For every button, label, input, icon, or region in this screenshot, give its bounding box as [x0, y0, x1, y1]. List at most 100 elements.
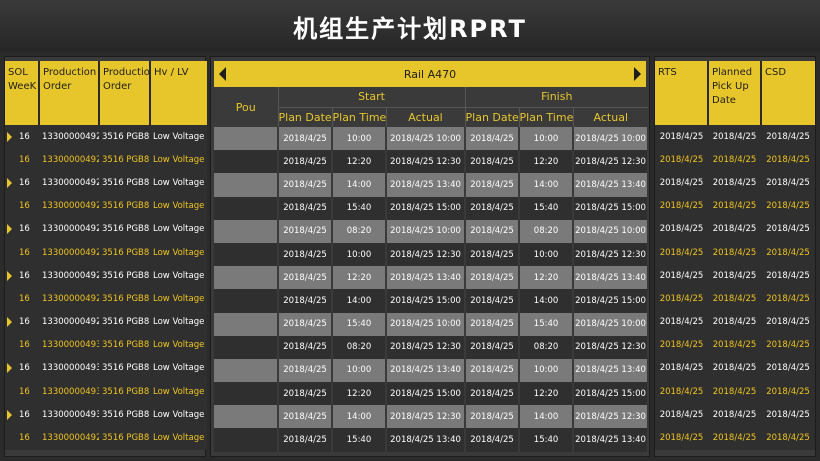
start-actual-cell: 2018/4/25 15:00 — [386, 289, 467, 313]
finish-plan-time-cell: 15:40 — [519, 196, 575, 220]
rts-cell: 2018/4/25 — [659, 270, 704, 281]
finish-actual-cell: 2018/4/25 13:40 — [573, 428, 650, 452]
schedule-row[interactable]: 2018/4/25 15:40 2018/4/25 13:40 2018/4/25 15… — [214, 428, 650, 452]
planned-pick-up-date-cell: 2018/4/25 — [712, 340, 757, 351]
start-plan-time-cell: 14:00 — [332, 173, 387, 197]
start-plan-time-cell: 14:00 — [332, 405, 387, 429]
finish-actual-cell: 2018/4/25 10:00 — [573, 127, 650, 151]
start-plan-time-cell: 10:00 — [332, 358, 387, 383]
start-plan-date-cell: 2018/4/25 — [278, 382, 333, 406]
order-row[interactable]: 16 1330000049293516 PGB8Low Voltage — [5, 310, 207, 334]
start-plan-date-cell: 2018/4/25 — [278, 242, 333, 267]
finish-plan-time-cell: 15:40 — [519, 428, 575, 452]
next-arrow-icon[interactable] — [634, 67, 641, 81]
sol-week-cell: 16 — [5, 264, 39, 287]
sol-week-value: 16 — [19, 433, 30, 444]
start-plan-date-cell: 2018/4/25 — [278, 289, 333, 313]
order-row[interactable]: 16 1330000049213516 PGB8Low Voltage — [5, 148, 207, 172]
product-cell: 3516 PGB8 — [102, 409, 150, 420]
schedule-row[interactable]: 2018/4/25 08:20 2018/4/25 12:30 2018/4/25 08… — [214, 335, 650, 359]
order-row[interactable]: 16 1330000049333516 PGB8Low Voltage — [5, 403, 207, 427]
sol-week-cell: 16 — [5, 357, 39, 380]
order-row[interactable]: 16 1330000049263516 PGB8Low Voltage — [5, 426, 207, 450]
schedule-row[interactable]: 2018/4/25 12:20 2018/4/25 12:30 2018/4/25 12… — [214, 150, 650, 174]
start-plan-time-cell: 14:00 — [332, 289, 387, 313]
production-order-cell: 133000004928 — [42, 293, 99, 304]
sol-week-value: 16 — [19, 177, 30, 188]
finish-plan-date-cell: 2018/4/25 — [465, 312, 521, 336]
schedule-row[interactable]: 2018/4/25 10:00 2018/4/25 13:40 2018/4/25 10… — [214, 358, 650, 383]
schedule-row[interactable]: 2018/4/25 14:00 2018/4/25 13:40 2018/4/25 14… — [214, 173, 650, 197]
order-row[interactable]: 16 1330000049233516 PGB8Low Voltage — [5, 194, 207, 218]
start-actual-cell: 2018/4/25 15:00 — [386, 196, 467, 220]
order-row[interactable]: 16 1330000049243516 PGB8Low Voltage — [5, 217, 207, 241]
rts-cell: 2018/4/25 — [659, 386, 704, 397]
sol-week-value: 16 — [19, 363, 30, 374]
csd-cell: 2018/4/25 — [766, 270, 810, 281]
row-marker-icon — [7, 363, 12, 374]
title-bar: 机组生产计划RPRT — [0, 0, 820, 52]
order-row[interactable]: 16 1330000049313516 PGB8Low Voltage — [5, 356, 207, 381]
order-row[interactable]: 16 1330000049273516 PGB8Low Voltage — [5, 264, 207, 288]
col-header-production-order-2: Production Order — [99, 61, 151, 125]
col-group-finish: Finish — [464, 87, 649, 108]
dates-row[interactable]: 2018/4/25 2018/4/25 2018/4/25 — [655, 287, 815, 311]
dates-row[interactable]: 2018/4/25 2018/4/25 2018/4/25 — [655, 125, 815, 149]
product-cell: 3516 PGB8 — [102, 317, 150, 328]
dates-row[interactable]: 2018/4/25 2018/4/25 2018/4/25 — [655, 217, 815, 241]
schedule-row[interactable]: 2018/4/25 10:00 2018/4/25 12:30 2018/4/25 10… — [214, 242, 650, 267]
csd-cell: 2018/4/25 — [766, 131, 810, 142]
pou-cell — [214, 196, 279, 220]
schedule-row[interactable]: 2018/4/25 12:20 2018/4/25 15:00 2018/4/25 12… — [214, 382, 650, 406]
schedule-row[interactable]: 2018/4/25 15:40 2018/4/25 10:00 2018/4/25 15… — [214, 312, 650, 336]
schedule-row[interactable]: 2018/4/25 08:20 2018/4/25 10:00 2018/4/25 08… — [214, 219, 650, 243]
voltage-cell: Low Voltage — [153, 409, 205, 420]
order-table-body: 161330000049203516 PGB8Low Voltage161330… — [5, 125, 207, 450]
dates-row[interactable]: 2018/4/25 2018/4/25 2018/4/25 — [655, 148, 815, 172]
dates-row[interactable]: 2018/4/25 2018/4/25 2018/4/25 — [655, 171, 815, 195]
schedule-row[interactable]: 2018/4/25 14:00 2018/4/25 15:00 2018/4/25 14… — [214, 289, 650, 313]
col-header-csd: CSD — [761, 61, 815, 125]
prev-arrow-icon[interactable] — [219, 67, 226, 81]
production-order-cell: 133000004921 — [42, 154, 99, 165]
row-marker-icon — [7, 177, 12, 188]
product-cell: 3516 PGB8 — [102, 386, 150, 397]
order-row[interactable]: 16 1330000049323516 PGB8Low Voltage — [5, 380, 207, 404]
dates-row[interactable]: 2018/4/25 2018/4/25 2018/4/25 — [655, 310, 815, 334]
dates-row[interactable]: 2018/4/25 2018/4/25 2018/4/25 — [655, 194, 815, 218]
dates-row[interactable]: 2018/4/25 2018/4/25 2018/4/25 — [655, 333, 815, 357]
production-order-cell: 133000004924 — [42, 224, 99, 235]
finish-plan-time-cell: 15:40 — [519, 312, 575, 336]
start-actual-cell: 2018/4/25 12:30 — [386, 242, 467, 267]
sol-week-value: 16 — [19, 340, 30, 351]
start-plan-time-cell: 15:40 — [332, 196, 387, 220]
dates-row[interactable]: 2018/4/25 2018/4/25 2018/4/25 — [655, 403, 815, 427]
sol-week-value: 16 — [19, 270, 30, 281]
dates-row[interactable]: 2018/4/25 2018/4/25 2018/4/25 — [655, 264, 815, 288]
order-row[interactable]: 16 1330000049223516 PGB8Low Voltage — [5, 171, 207, 195]
start-plan-time-cell: 08:20 — [332, 335, 387, 359]
production-order-cell: 133000004933 — [42, 409, 99, 420]
start-actual-cell: 2018/4/25 12:30 — [386, 405, 467, 429]
schedule-row[interactable]: 2018/4/25 14:00 2018/4/25 12:30 2018/4/25 14… — [214, 405, 650, 429]
dates-row[interactable]: 2018/4/25 2018/4/25 2018/4/25 — [655, 380, 815, 404]
order-row[interactable]: 16 1330000049253516 PGB8Low Voltage — [5, 240, 207, 265]
voltage-cell: Low Voltage — [153, 177, 205, 188]
start-plan-time-cell: 12:20 — [332, 266, 387, 290]
order-row[interactable]: 16 1330000049303516 PGB8Low Voltage — [5, 333, 207, 357]
start-actual-cell: 2018/4/25 13:40 — [386, 173, 467, 197]
order-row[interactable]: 16 1330000049283516 PGB8Low Voltage — [5, 287, 207, 311]
schedule-row[interactable]: 2018/4/25 15:40 2018/4/25 15:00 2018/4/25 15… — [214, 196, 650, 220]
dates-row[interactable]: 2018/4/25 2018/4/25 2018/4/25 — [655, 356, 815, 381]
product-cell: 3516 PGB8 — [102, 340, 150, 351]
order-row[interactable]: 16 1330000049203516 PGB8Low Voltage — [5, 125, 207, 149]
schedule-row[interactable]: 2018/4/25 12:20 2018/4/25 13:40 2018/4/25 12… — [214, 266, 650, 290]
schedule-row[interactable]: 2018/4/25 10:00 2018/4/25 10:00 2018/4/25 10… — [214, 127, 650, 151]
dates-row[interactable]: 2018/4/25 2018/4/25 2018/4/25 — [655, 426, 815, 450]
production-order-cell: 133000004929 — [42, 317, 99, 328]
dates-row[interactable]: 2018/4/25 2018/4/25 2018/4/25 — [655, 240, 815, 265]
csd-cell: 2018/4/25 — [766, 433, 810, 444]
schedule-group-header: Pou Start Finish — [214, 87, 649, 114]
voltage-cell: Low Voltage — [153, 433, 205, 444]
finish-plan-time-cell: 14:00 — [519, 173, 575, 197]
